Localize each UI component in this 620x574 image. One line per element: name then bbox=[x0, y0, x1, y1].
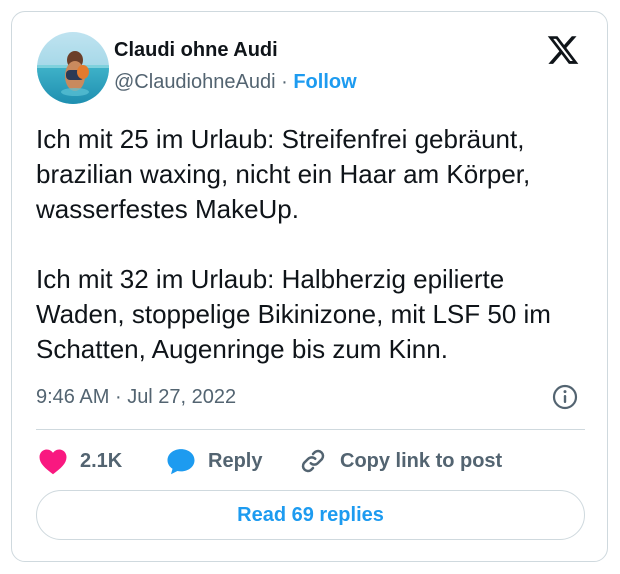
follow-button[interactable]: Follow bbox=[293, 71, 356, 93]
like-button[interactable]: 2.1K bbox=[38, 446, 122, 476]
divider bbox=[36, 429, 585, 430]
display-name[interactable]: Claudi ohne Audi bbox=[114, 37, 278, 63]
copy-link-label: Copy link to post bbox=[340, 449, 503, 472]
tweet-time: 9:46 AM bbox=[36, 386, 110, 408]
handle-separator: · bbox=[281, 71, 288, 93]
copy-link-button[interactable]: Copy link to post bbox=[298, 446, 502, 476]
tweet-card: Claudi ohne Audi @ClaudiohneAudi · Follo… bbox=[11, 11, 608, 562]
link-icon bbox=[301, 449, 325, 473]
read-replies-label: Read 69 replies bbox=[237, 503, 384, 526]
heart-icon bbox=[39, 449, 67, 475]
speech-bubble-icon bbox=[167, 449, 195, 475]
reply-button[interactable]: Reply bbox=[166, 446, 262, 476]
meta-separator: · bbox=[114, 386, 122, 408]
tweet-text: Ich mit 25 im Urlaub: Streifenfrei gebrä… bbox=[36, 124, 551, 364]
info-icon[interactable] bbox=[552, 384, 578, 410]
tweet-timestamp[interactable]: 9:46 AM · Jul 27, 2022 bbox=[36, 384, 236, 410]
handle-row: @ClaudiohneAudi · Follow bbox=[114, 69, 357, 95]
avatar[interactable] bbox=[37, 32, 109, 104]
user-handle[interactable]: @ClaudiohneAudi bbox=[114, 71, 276, 93]
reply-label: Reply bbox=[208, 449, 263, 472]
avatar-photo bbox=[37, 32, 109, 104]
tweet-date: Jul 27, 2022 bbox=[127, 386, 237, 408]
like-count: 2.1K bbox=[80, 449, 123, 472]
read-replies-button[interactable]: Read 69 replies bbox=[36, 490, 585, 540]
x-logo-icon[interactable] bbox=[546, 33, 580, 67]
